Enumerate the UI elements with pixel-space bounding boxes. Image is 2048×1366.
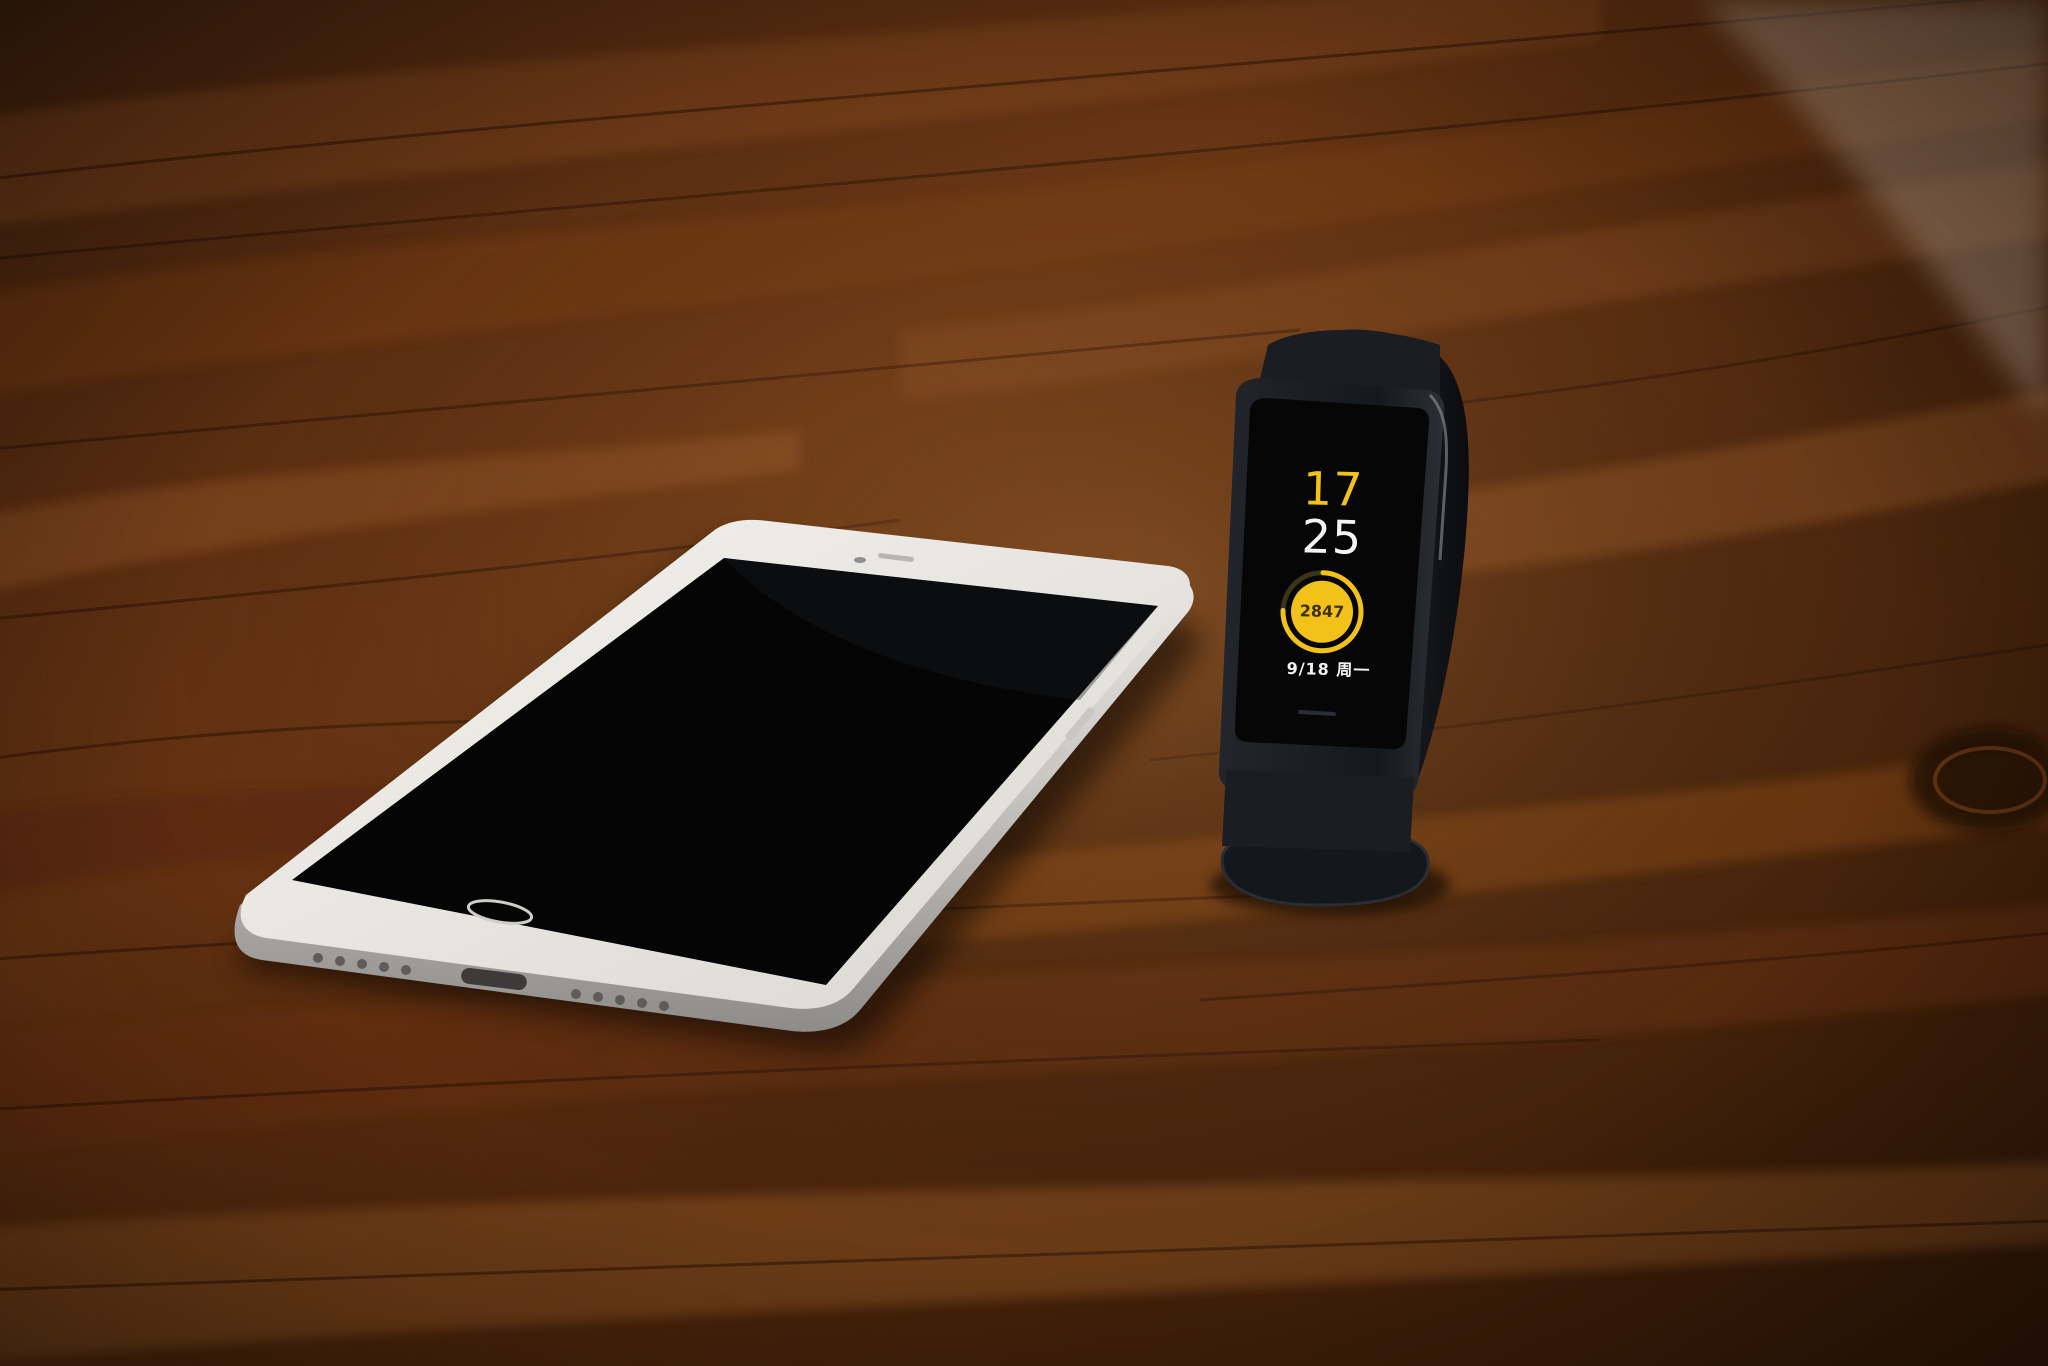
band-lower-housing [1222,770,1414,852]
phone-front-camera [854,557,866,563]
band-minute: 25 [1300,509,1363,565]
band-hour: 17 [1302,461,1365,517]
band-step-count: 2847 [1299,601,1345,622]
band-date: 9/18 周一 [1286,658,1371,681]
photo-scene: 17 25 2847 9/18 周一 [0,0,2048,1366]
band-watch-face: 17 25 2847 9/18 周一 [1248,408,1415,740]
scene-graphics [0,0,2048,1366]
